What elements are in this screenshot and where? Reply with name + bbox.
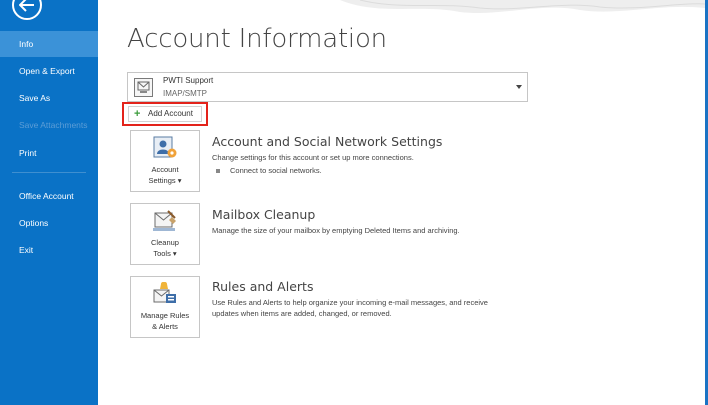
mail-account-icon <box>134 78 153 97</box>
sidebar-item-open-export[interactable]: Open & Export <box>0 58 98 84</box>
section-title-rules-alerts: Rules and Alerts <box>212 279 314 294</box>
account-name: PWTI Support <box>163 76 214 85</box>
cleanup-tools-button[interactable]: Cleanup Tools ▾ <box>130 203 200 265</box>
sidebar-item-save-as[interactable]: Save As <box>0 85 98 111</box>
cleanup-tools-label-2: Tools ▾ <box>153 249 177 258</box>
manage-rules-alerts-button[interactable]: Manage Rules & Alerts <box>130 276 200 338</box>
sidebar-item-options[interactable]: Options <box>0 210 98 236</box>
chevron-down-icon: ▾ <box>177 176 182 185</box>
account-settings-label-1: Account <box>151 165 179 174</box>
manage-rules-label-2: & Alerts <box>152 322 178 331</box>
chevron-down-icon[interactable] <box>516 85 522 89</box>
manage-rules-label-1: Manage Rules <box>140 311 190 320</box>
sidebar-item-office-account[interactable]: Office Account <box>0 183 98 209</box>
account-selector-dropdown[interactable]: PWTI Support IMAP/SMTP <box>127 72 528 102</box>
backstage-sidebar: Info Open & Export Save As Save Attachme… <box>0 0 98 405</box>
back-arrow-icon[interactable] <box>12 0 42 20</box>
section-desc-account-settings: Change settings for this account or set … <box>212 153 414 162</box>
section-title-account-settings: Account and Social Network Settings <box>212 134 443 149</box>
cleanup-tools-icon <box>153 210 176 231</box>
sidebar-item-info[interactable]: Info <box>0 31 98 57</box>
sidebar-item-print[interactable]: Print <box>0 140 98 166</box>
section-desc-mailbox-cleanup: Manage the size of your mailbox by empty… <box>212 226 460 235</box>
rules-alerts-icon <box>153 282 176 303</box>
header-decoration <box>340 0 705 14</box>
account-settings-button[interactable]: Account Settings ▾ <box>130 130 200 192</box>
section-desc-rules-alerts-1: Use Rules and Alerts to help organize yo… <box>212 298 488 307</box>
account-type: IMAP/SMTP <box>163 89 208 98</box>
sidebar-item-save-attachments: Save Attachments <box>19 120 88 130</box>
page-title: Account Information <box>127 24 387 54</box>
chevron-down-icon: ▾ <box>172 249 177 258</box>
section-title-mailbox-cleanup: Mailbox Cleanup <box>212 207 316 222</box>
cleanup-tools-label-1: Cleanup <box>151 238 179 247</box>
sidebar-divider <box>12 172 86 173</box>
add-account-label: Add Account <box>148 109 193 118</box>
account-settings-icon <box>153 136 177 158</box>
connect-social-networks-link[interactable]: Connect to social networks. <box>230 166 322 175</box>
bullet-icon <box>216 169 220 173</box>
account-settings-label-2: Settings ▾ <box>148 176 182 185</box>
add-account-button[interactable]: + Add Account <box>128 106 202 122</box>
section-desc-rules-alerts-2: updates when items are added, changed, o… <box>212 309 392 318</box>
sidebar-item-exit[interactable]: Exit <box>0 237 98 263</box>
plus-icon: + <box>134 108 141 120</box>
